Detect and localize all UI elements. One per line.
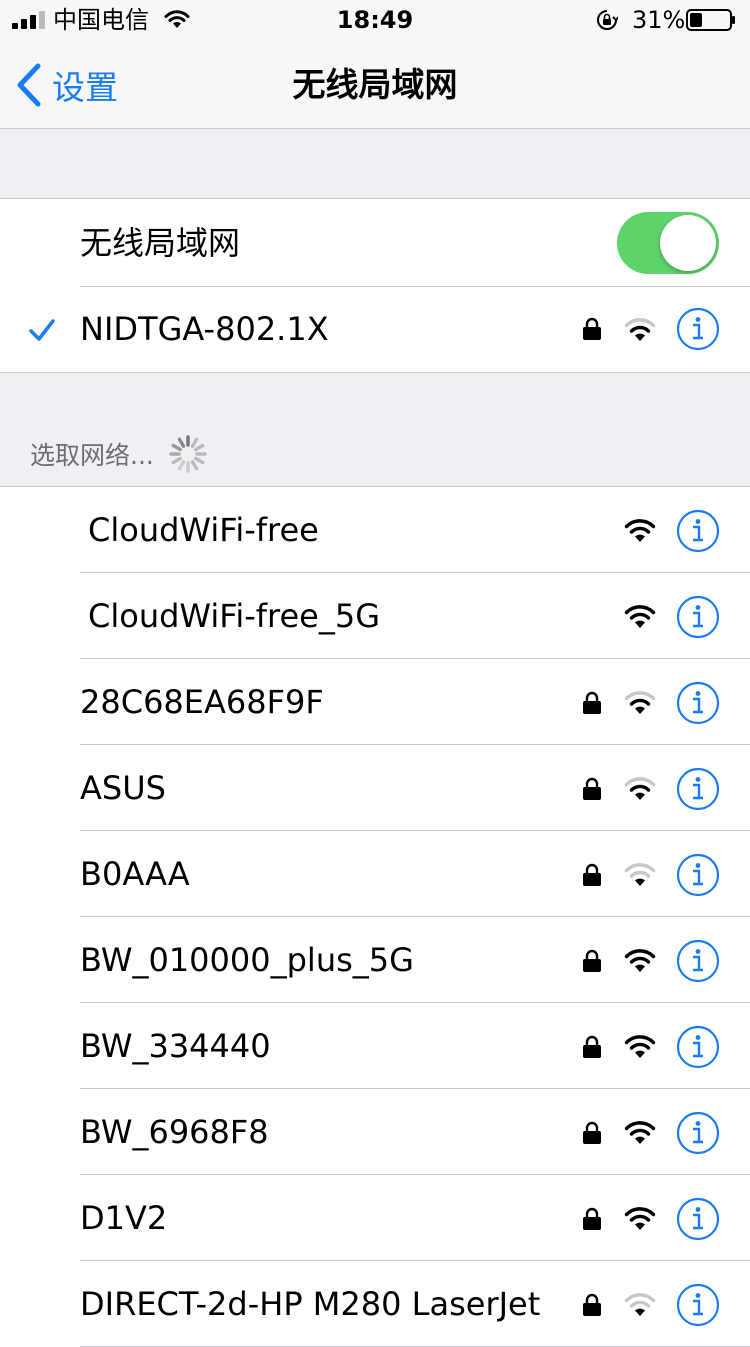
info-icon[interactable] <box>676 1111 720 1155</box>
lock-icon <box>583 863 601 886</box>
network-name: D1V2 <box>80 1199 168 1237</box>
lock-icon <box>583 317 601 340</box>
network-row[interactable]: D1V2 <box>0 1175 750 1261</box>
choose-network-header: 选取网络... <box>30 435 208 473</box>
checkmark-icon <box>29 319 55 341</box>
status-bar: 中国电信 18:49 31% <box>0 0 750 40</box>
info-icon[interactable] <box>676 767 720 811</box>
wifi-toggle-switch[interactable] <box>617 212 719 274</box>
lock-icon <box>583 949 601 972</box>
network-row[interactable]: DIRECT-2d-HP M280 LaserJet <box>0 1261 750 1347</box>
navigation-bar: 设置 无线局域网 <box>0 40 750 129</box>
network-row[interactable]: ASUS <box>0 745 750 831</box>
info-icon[interactable] <box>676 853 720 897</box>
wifi-toggle-row: 无线局域网 <box>0 199 750 287</box>
lock-icon <box>583 691 601 714</box>
connected-network-row[interactable]: NIDTGA-802.1X <box>0 287 750 372</box>
info-icon[interactable] <box>676 681 720 725</box>
network-name: 28C68EA68F9F <box>80 683 324 721</box>
choose-network-label: 选取网络... <box>30 441 154 470</box>
network-name: DIRECT-2d-HP M280 LaserJet <box>80 1285 541 1323</box>
wifi-signal-icon <box>624 1121 656 1144</box>
network-row[interactable]: BW_6968F8 <box>0 1089 750 1175</box>
network-list: CloudWiFi-free CloudWiFi-free_5G 28C68EA… <box>0 486 750 1347</box>
wifi-signal-icon <box>624 949 656 972</box>
wifi-signal-icon <box>624 691 656 714</box>
battery-percent: 31% <box>632 6 686 34</box>
network-row[interactable]: CloudWiFi-free_5G <box>0 573 750 659</box>
wifi-settings-group: 无线局域网 NIDTGA-802.1X <box>0 198 750 373</box>
info-icon[interactable] <box>676 1025 720 1069</box>
page-title: 无线局域网 <box>292 65 458 104</box>
info-icon[interactable] <box>676 509 720 553</box>
toggle-knob <box>660 215 716 271</box>
connected-network-name: NIDTGA-802.1X <box>80 310 329 348</box>
info-icon[interactable] <box>676 939 720 983</box>
wifi-toggle-label: 无线局域网 <box>80 224 241 262</box>
network-row[interactable]: BW_010000_plus_5G <box>0 917 750 1003</box>
network-name: BW_6968F8 <box>80 1113 269 1151</box>
info-icon[interactable] <box>676 595 720 639</box>
network-name: BW_334440 <box>80 1027 271 1065</box>
network-name: CloudWiFi-free_5G <box>88 597 380 635</box>
wifi-signal-icon <box>624 1207 656 1230</box>
orientation-lock-icon <box>597 10 618 30</box>
network-name: BW_010000_plus_5G <box>80 941 414 979</box>
lock-icon <box>583 1293 601 1316</box>
network-name: ASUS <box>80 769 166 807</box>
wifi-signal-icon <box>624 318 656 341</box>
network-name: CloudWiFi-free <box>88 511 319 549</box>
network-row[interactable]: CloudWiFi-free <box>0 487 750 573</box>
info-icon[interactable] <box>676 1283 720 1327</box>
wifi-signal-icon <box>624 863 656 886</box>
lock-icon <box>583 777 601 800</box>
wifi-signal-icon <box>624 605 656 628</box>
lock-icon <box>583 1035 601 1058</box>
lock-icon <box>583 1207 601 1230</box>
network-row[interactable]: BW_334440 <box>0 1003 750 1089</box>
lock-icon <box>583 1121 601 1144</box>
spinner-icon <box>169 435 207 473</box>
wifi-signal-icon <box>624 1293 656 1316</box>
network-row[interactable]: B0AAA <box>0 831 750 917</box>
info-icon[interactable] <box>676 1197 720 1241</box>
battery-icon <box>686 9 735 31</box>
wifi-signal-icon <box>624 777 656 800</box>
network-name: B0AAA <box>80 855 190 893</box>
network-row[interactable]: 28C68EA68F9F <box>0 659 750 745</box>
wifi-signal-icon <box>624 519 656 542</box>
info-icon[interactable] <box>676 307 720 351</box>
wifi-signal-icon <box>624 1035 656 1058</box>
